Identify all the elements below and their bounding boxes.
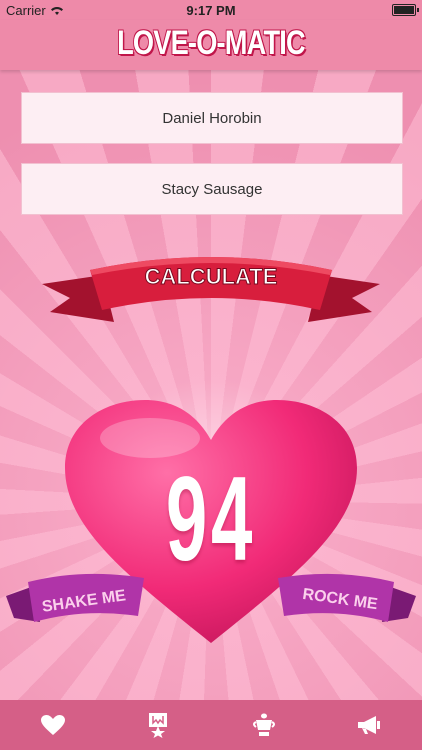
second-name-field[interactable]: Stacy Sausage	[21, 163, 403, 215]
calculate-button[interactable]: CALCULATE	[40, 248, 382, 334]
nav-bar: LOVE-O-MATIC	[0, 20, 422, 70]
megaphone-icon	[358, 716, 381, 734]
battery-icon	[392, 4, 419, 16]
rock-me-banner[interactable]: ROCK ME	[268, 568, 418, 634]
shake-me-banner[interactable]: SHAKE ME	[4, 568, 154, 634]
status-time: 9:17 PM	[186, 3, 236, 18]
first-name-field[interactable]: Daniel Horobin	[21, 92, 403, 144]
tab-heart[interactable]	[23, 700, 83, 750]
tab-bar	[0, 700, 422, 750]
trophy-icon	[252, 713, 275, 736]
tab-award[interactable]	[128, 700, 188, 750]
award-icon	[149, 713, 168, 738]
heart-icon	[40, 715, 65, 735]
tab-trophy[interactable]	[234, 700, 294, 750]
calculate-label: CALCULATE	[145, 264, 278, 289]
app-logo: LOVE-O-MATIC	[117, 24, 306, 62]
tab-megaphone[interactable]	[339, 700, 399, 750]
status-bar: Carrier 9:17 PM	[0, 0, 422, 20]
